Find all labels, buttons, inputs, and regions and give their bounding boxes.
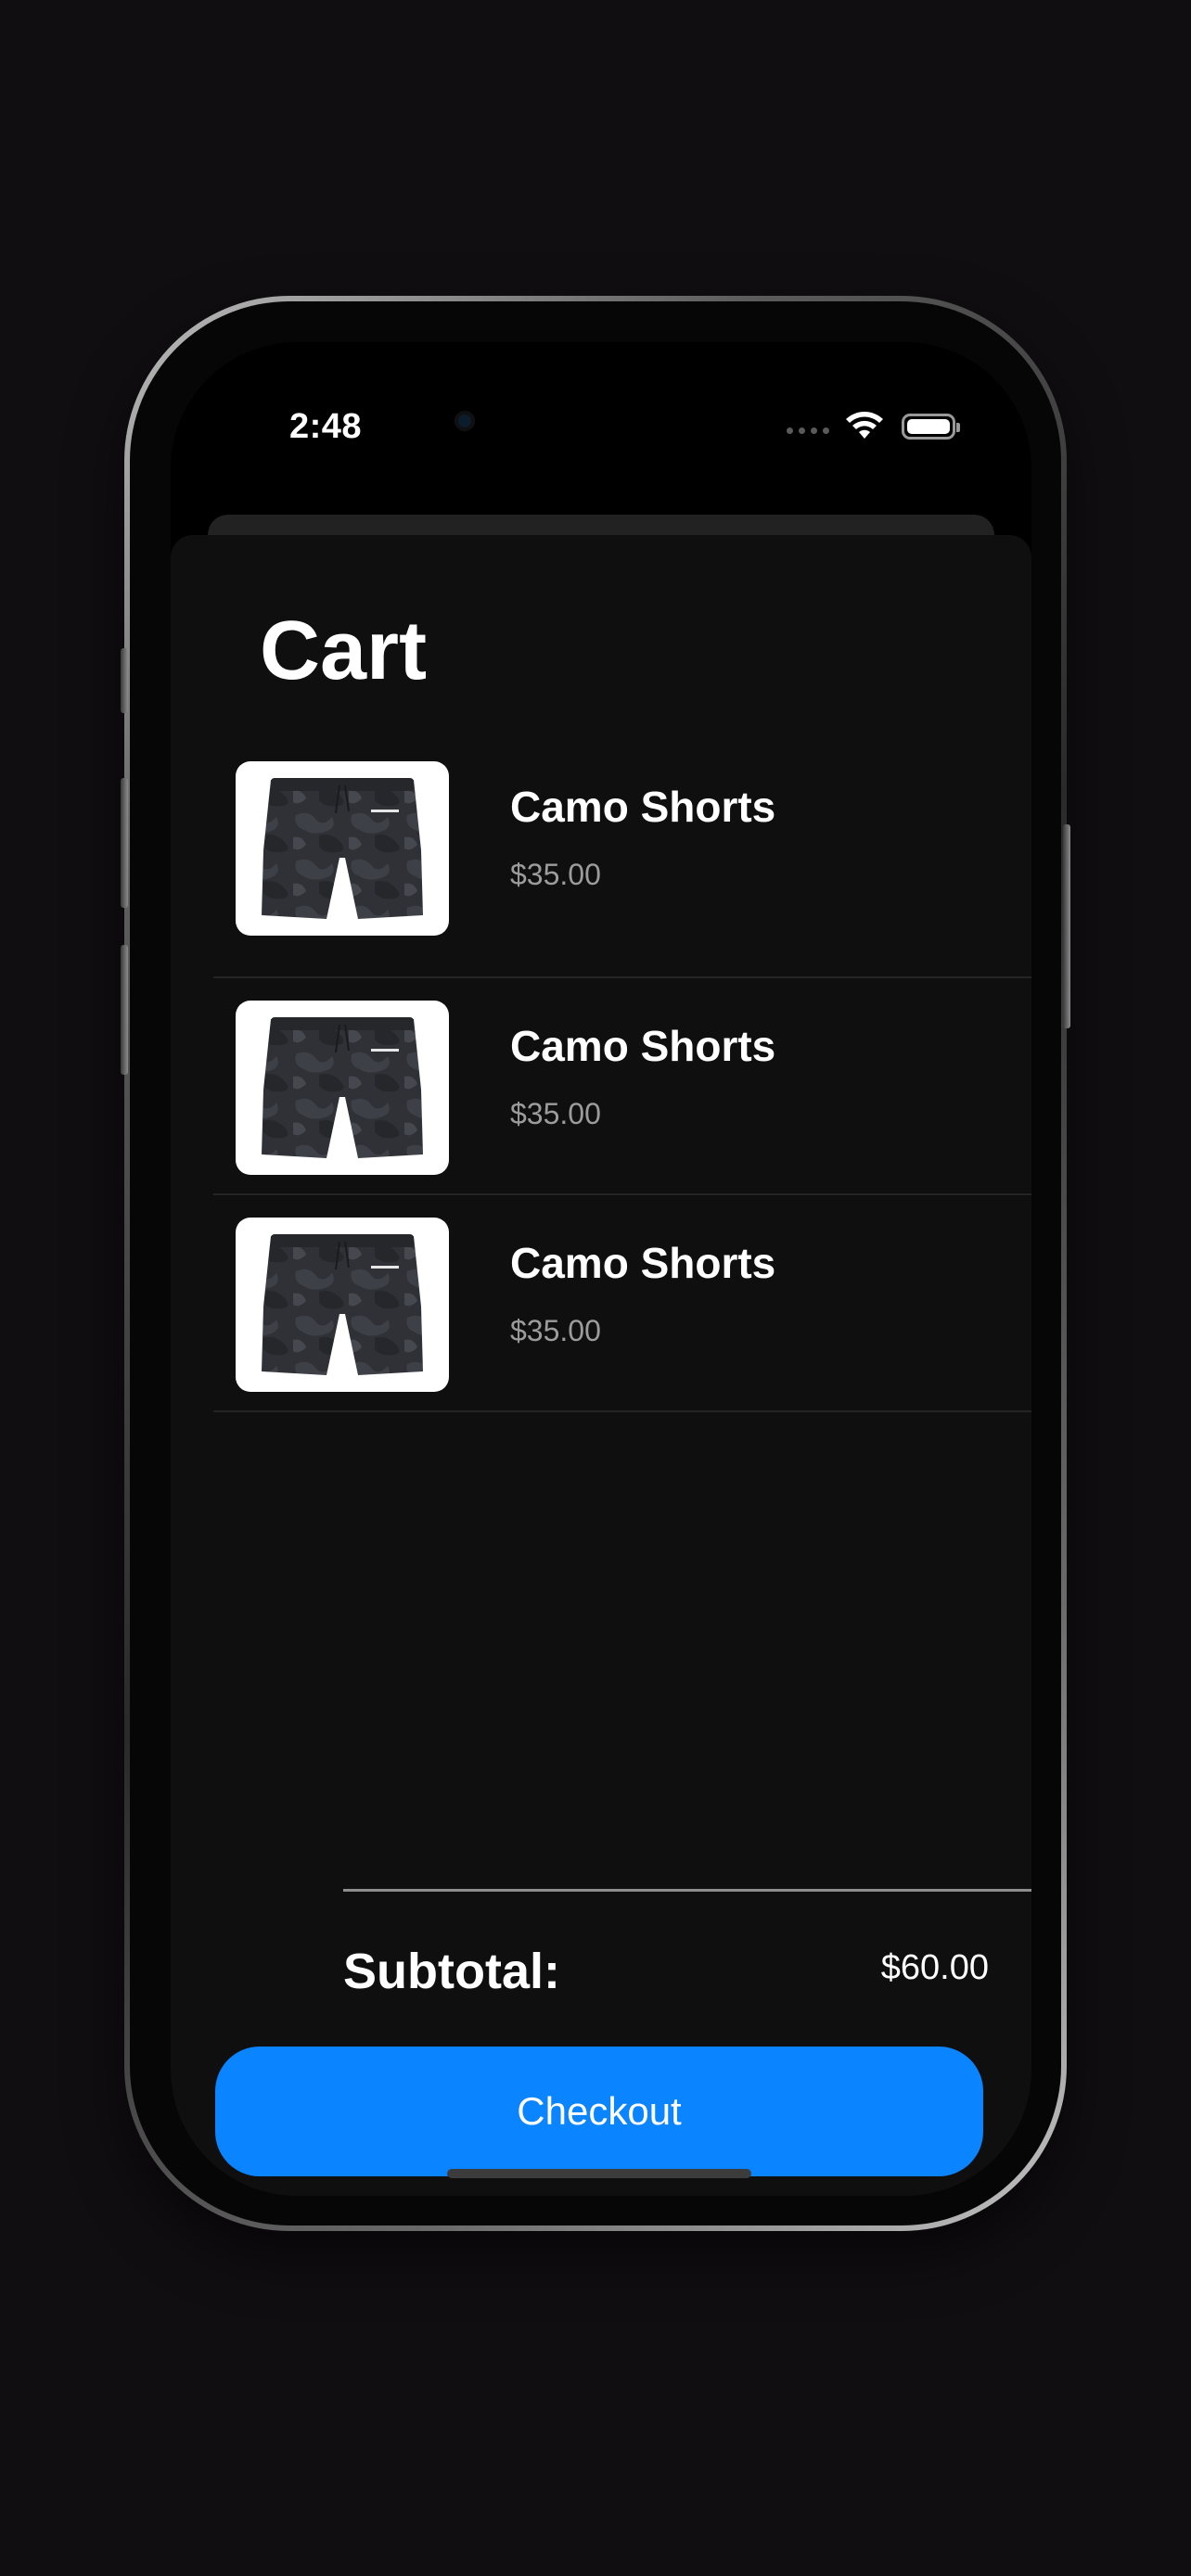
item-price: $35.00 [510,1314,601,1347]
page-title: Cart [260,605,428,697]
camo-shorts-image [262,1017,423,1158]
volume-up-button [121,778,128,908]
home-indicator[interactable] [447,2169,751,2178]
item-name: Camo Shorts [510,783,776,831]
phone-frame: 2:48 Cart Camo Shorts $35.00 Camo Shorts… [121,296,1070,2231]
screen: 2:48 Cart Camo Shorts $35.00 Camo Shorts… [171,342,1031,2196]
camo-shorts-image [262,1234,423,1375]
camo-shorts-image [262,778,423,919]
signal-dots-icon [787,427,829,434]
item-price: $35.00 [510,858,601,891]
camera-icon [455,411,475,431]
product-image [236,761,449,936]
item-name: Camo Shorts [510,1239,776,1287]
cart-list: Camo Shorts $35.00 Camo Shorts $35.00 Ca… [213,761,1031,1412]
volume-down-button [121,945,128,1075]
wifi-icon [846,412,883,439]
checkout-button[interactable]: Checkout [215,2047,983,2176]
subtotal-divider [343,1889,1031,1892]
phone-bezel: 2:48 Cart Camo Shorts $35.00 Camo Shorts… [130,301,1061,2225]
cart-sheet: Cart Camo Shorts $35.00 Camo Shorts $35.… [171,535,1031,2196]
item-name: Camo Shorts [510,1022,776,1070]
product-image [236,1001,449,1175]
cart-item[interactable]: Camo Shorts $35.00 [213,1195,1031,1412]
power-button [1063,824,1070,1028]
status-bar: 2:48 [171,342,1031,481]
subtotal-label: Subtotal: [343,1944,560,1999]
action-button [121,648,128,713]
cart-item[interactable]: Camo Shorts $35.00 [213,978,1031,1195]
status-time: 2:48 [289,407,363,446]
subtotal-value: $60.00 [880,1948,989,1987]
item-price: $35.00 [510,1097,601,1130]
battery-icon [902,414,960,440]
cart-item[interactable]: Camo Shorts $35.00 [213,761,1031,978]
product-image [236,1218,449,1392]
